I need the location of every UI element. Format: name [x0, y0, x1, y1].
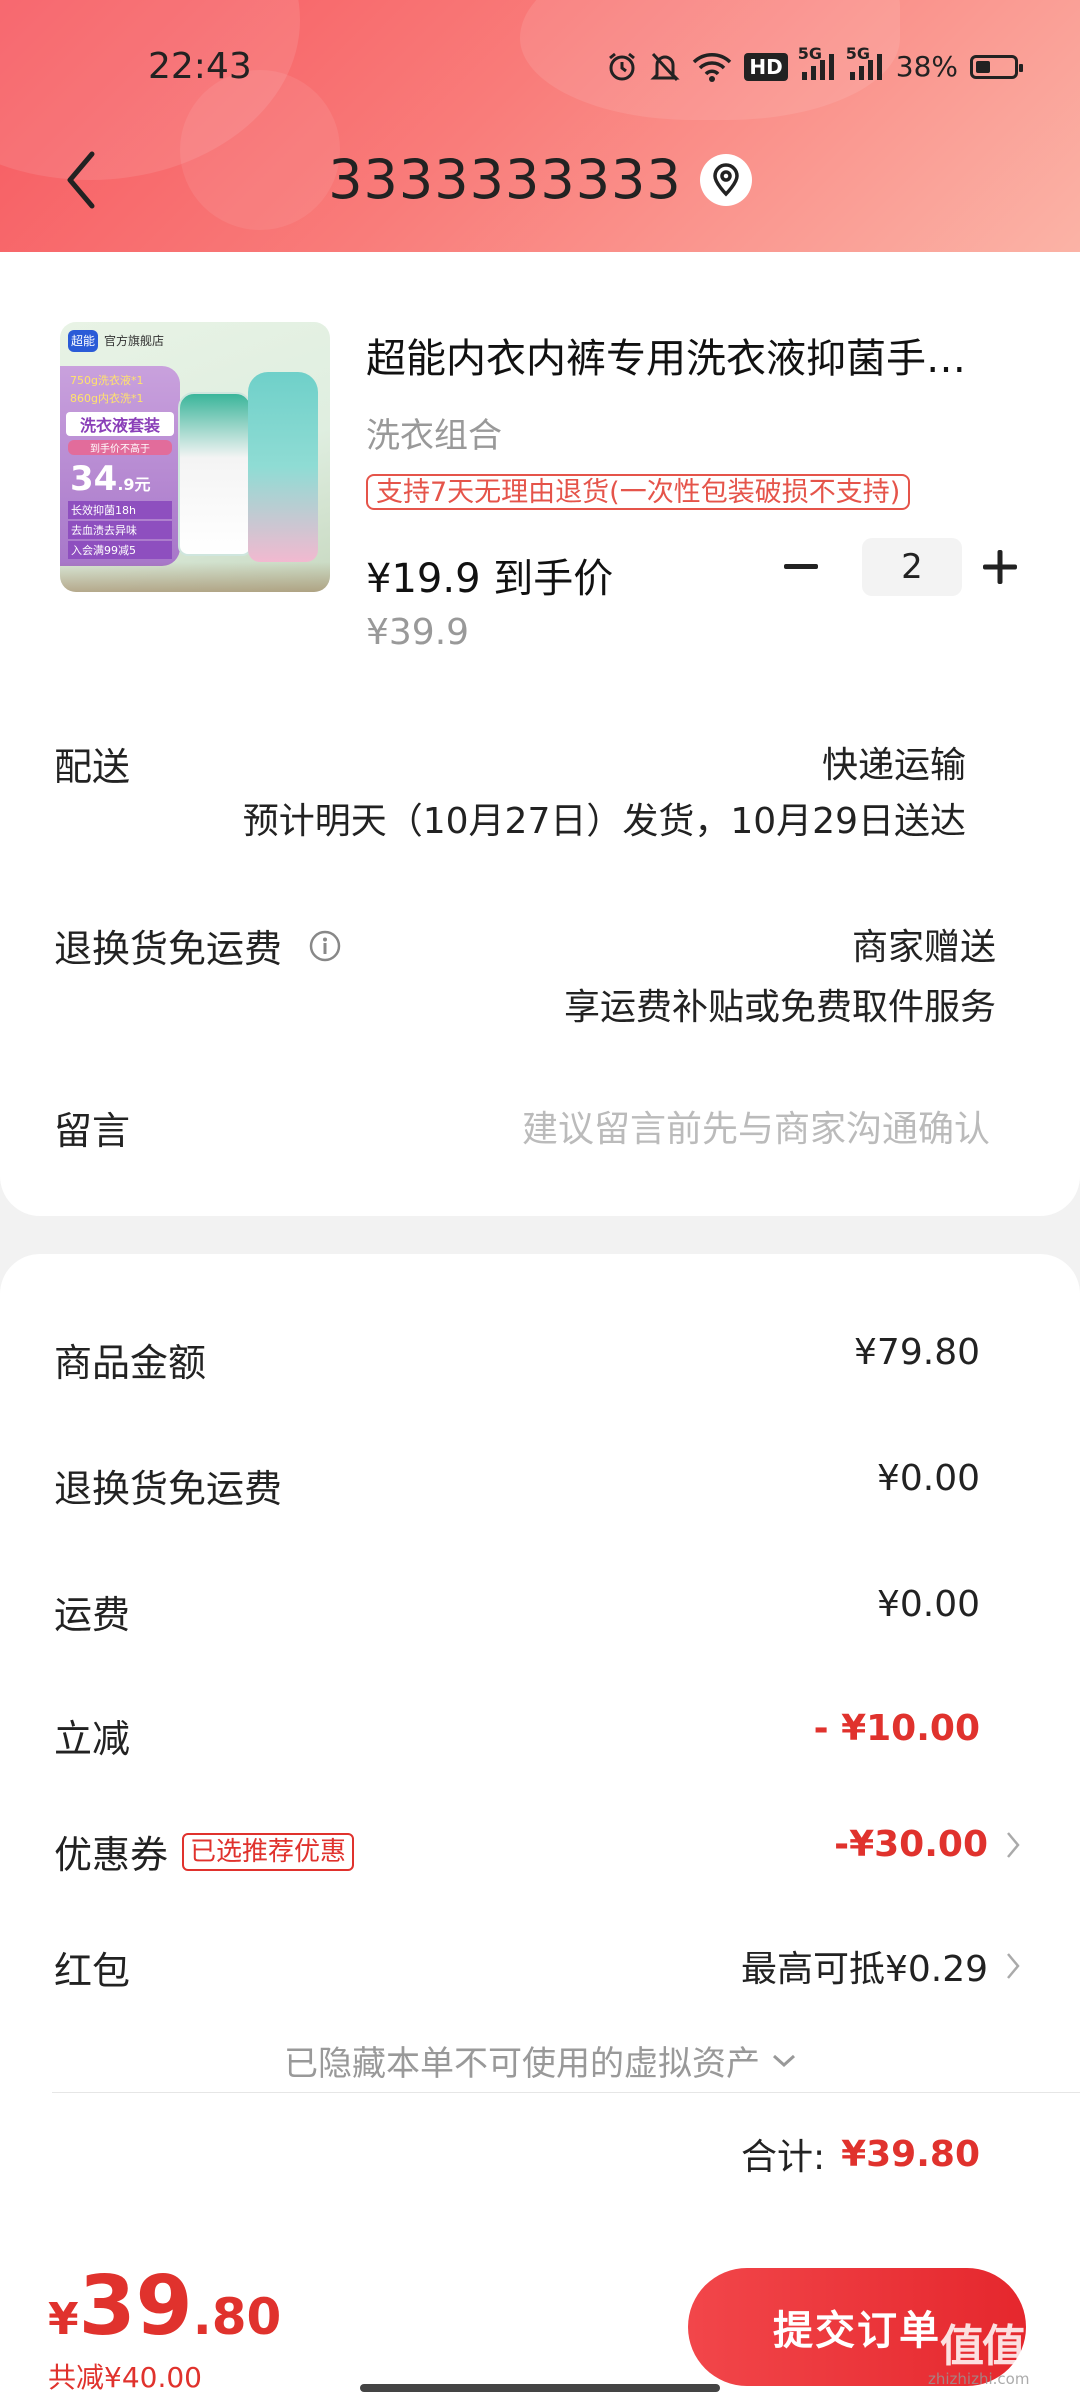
- return-freight-desc: 享运费补贴或免费取件服务: [563, 987, 996, 1028]
- hidden-assets-text: 已隐藏本单不可使用的虚拟资产: [284, 2044, 760, 2084]
- promo-feature: 去血渍去异味: [68, 521, 172, 539]
- summary-divider: [52, 2092, 1080, 2093]
- chevron-right-icon: [1007, 1831, 1020, 1858]
- promo-line: 750g洗衣液*1: [70, 374, 144, 387]
- goods-amount-label: 商品金额: [54, 1341, 207, 1385]
- chevron-down-icon: [772, 2054, 796, 2067]
- quantity-input[interactable]: 2: [862, 538, 962, 596]
- alarm-icon: [606, 51, 638, 83]
- bell-off-icon: [650, 51, 681, 83]
- coupon-selector[interactable]: -¥30.00: [834, 1824, 1020, 1865]
- store-tag: 官方旗舰店: [104, 334, 165, 348]
- promo-panel: 750g洗衣液*1 860g内衣洗*1 洗衣液套装 到手价不高于 34.9元 长…: [60, 366, 180, 566]
- price-summary-card: [0, 1254, 1080, 2250]
- watermark: 值值值: [940, 2321, 1068, 2372]
- battery-icon: [970, 54, 1023, 79]
- promo-feature: 入会满99减5: [68, 541, 172, 559]
- minus-icon: [784, 564, 818, 569]
- signal-5g-icon: 5G: [846, 44, 884, 82]
- brand-logo: 超能: [68, 330, 98, 352]
- red-packet-value: 最高可抵¥0.29: [740, 1949, 988, 1990]
- final-price-decimal: .80: [192, 2288, 282, 2346]
- detergent-bottle-image: [178, 392, 252, 556]
- plus-icon: [983, 550, 1017, 584]
- header-background: [0, 0, 1080, 252]
- product-image[interactable]: 超能 官方旗舰店 750g洗衣液*1 860g内衣洗*1 洗衣液套装 到手价不高…: [60, 322, 330, 592]
- home-indicator[interactable]: [360, 2384, 720, 2392]
- location-button[interactable]: [699, 153, 752, 206]
- info-icon[interactable]: [308, 929, 342, 963]
- message-input[interactable]: 建议留言前先与商家沟通确认: [522, 1100, 990, 1152]
- promo-title: 洗衣液套装: [66, 412, 174, 436]
- delivery-label: 配送: [54, 745, 131, 789]
- promo-price: 34.9元: [70, 459, 151, 499]
- coupon-tag: 已选推荐优惠: [182, 1832, 355, 1871]
- shipping-fee-label: 运费: [54, 1593, 131, 1637]
- coupon-value: -¥30.00: [834, 1824, 988, 1865]
- return-freight-label: 退换货免运费: [54, 927, 283, 971]
- status-time: 22:43: [148, 46, 252, 87]
- hd-icon: HD: [744, 52, 788, 81]
- quantity-increase-button[interactable]: [974, 540, 1026, 594]
- red-packet-label: 红包: [54, 1949, 131, 1993]
- product-spec[interactable]: 洗衣组合: [366, 408, 502, 457]
- total-value: ¥39.80: [841, 2133, 980, 2175]
- message-label: 留言: [54, 1109, 131, 1153]
- shipping-fee-value: ¥0.00: [876, 1584, 980, 1625]
- return-freight-fee-label: 退换货免运费: [54, 1467, 283, 1511]
- final-price-integer: 39: [78, 2259, 193, 2354]
- promo-sub: 到手价不高于: [68, 440, 172, 455]
- lingerie-wash-bottle-image: [248, 372, 318, 562]
- title-bar: 3333333333: [0, 148, 1080, 211]
- final-price-currency: ¥: [48, 2294, 79, 2345]
- return-freight-fee-value: ¥0.00: [876, 1458, 980, 1499]
- chevron-right-icon: [1007, 1953, 1020, 1979]
- red-packet-selector[interactable]: 最高可抵¥0.29: [741, 1940, 1020, 1992]
- return-freight-value: 商家赠送: [851, 927, 996, 968]
- battery-percent: 38%: [895, 50, 958, 83]
- delivery-estimate: 预计明天（10月27日）发货，10月29日送达: [242, 801, 966, 842]
- product-price: ¥19.9 到手价: [366, 556, 614, 602]
- instant-discount-label: 立减: [54, 1717, 131, 1761]
- delivery-method[interactable]: 快递运输: [822, 736, 966, 788]
- promo-feature: 长效抑菌18h: [68, 501, 172, 519]
- quantity-decrease-button[interactable]: [776, 540, 826, 594]
- final-price: ¥ 39 .80: [48, 2262, 281, 2352]
- wifi-icon: [692, 52, 732, 82]
- return-freight-row: 退换货免运费: [54, 918, 342, 973]
- image-shade: [60, 562, 330, 592]
- signal-5g-icon: 5G: [798, 44, 836, 82]
- location-pin-icon: [713, 162, 739, 196]
- total-saved: 共减¥40.00: [48, 2361, 202, 2394]
- page-title: 3333333333: [328, 148, 682, 211]
- total-label: 合计:: [740, 2137, 826, 2178]
- hidden-assets-toggle[interactable]: 已隐藏本单不可使用的虚拟资产: [0, 2036, 1080, 2085]
- total-row: 合计: ¥39.80: [741, 2128, 980, 2180]
- goods-amount-value: ¥79.80: [854, 1332, 980, 1373]
- instant-discount-value: - ¥10.00: [813, 1708, 980, 1749]
- watermark-url: zhizhizhi.com: [928, 2370, 1030, 2388]
- status-icons: HD 5G 5G 38%: [606, 44, 1023, 83]
- product-name[interactable]: 超能内衣内裤专用洗衣液抑菌手…: [366, 326, 1006, 384]
- promo-line: 860g内衣洗*1: [70, 392, 144, 405]
- return-policy-badge: 支持7天无理由退货(一次性包装破损不支持): [366, 474, 911, 510]
- coupon-label: 优惠券: [54, 1833, 169, 1877]
- coupon-row-label: 优惠券 已选推荐优惠: [54, 1824, 355, 1879]
- product-original-price: ¥39.9: [366, 612, 470, 653]
